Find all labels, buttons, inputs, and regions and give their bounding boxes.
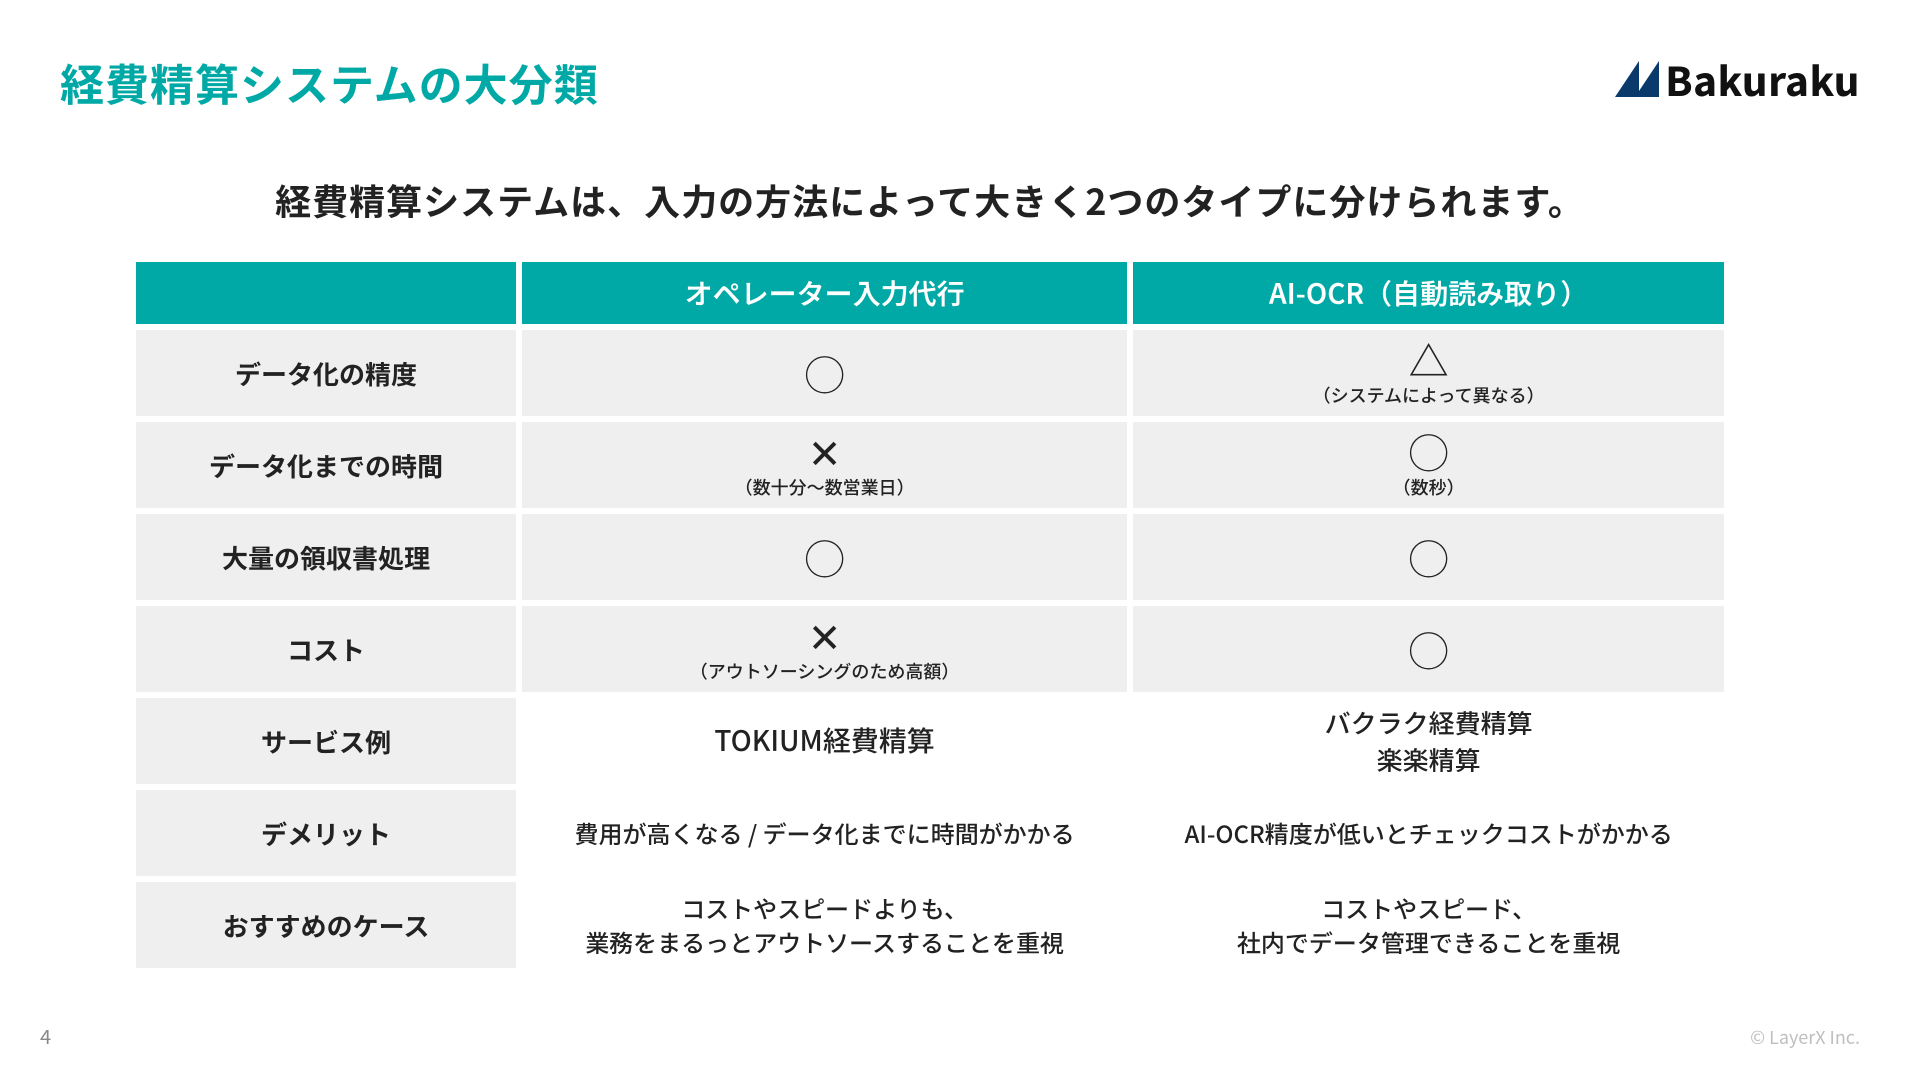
table-header-blank — [136, 262, 516, 324]
table-row: デメリット 費用が高くなる / データ化までに時間がかかる AI-OCR精度が低… — [136, 790, 1724, 876]
comparison-table: オペレーター入力代行 AI-OCR（自動読み取り） データ化の精度 ◯ △ （シ… — [130, 256, 1730, 974]
cell-r3-c1: ◯ — [522, 514, 1127, 600]
cell-r1-c2: △ （システムによって異なる） — [1133, 330, 1724, 416]
row-label: データ化までの時間 — [136, 422, 516, 508]
comparison-table-wrap: オペレーター入力代行 AI-OCR（自動読み取り） データ化の精度 ◯ △ （シ… — [130, 256, 1730, 974]
row-label: データ化の精度 — [136, 330, 516, 416]
brand-logo: Bakuraku — [1615, 50, 1860, 108]
page-title: 経費精算システムの大分類 — [60, 50, 599, 114]
circle-icon: ◯ — [522, 353, 1127, 393]
cell-r4-c2: ◯ — [1133, 606, 1724, 692]
cell-r5-c2: バクラク経費精算 楽楽精算 — [1133, 698, 1724, 784]
row-label: 大量の領収書処理 — [136, 514, 516, 600]
table-row: コスト ✕ （アウトソーシングのため高額） ◯ — [136, 606, 1724, 692]
table-row: おすすめのケース コストやスピードよりも、 業務をまるっとアウトソースすることを… — [136, 882, 1724, 968]
cell-r6-c1: 費用が高くなる / データ化までに時間がかかる — [522, 790, 1127, 876]
cell-sub: （数十分～数営業日） — [735, 475, 915, 499]
table-row: 大量の領収書処理 ◯ ◯ — [136, 514, 1724, 600]
table-header-operator: オペレーター入力代行 — [522, 262, 1127, 324]
cell-r2-c1: ✕ （数十分～数営業日） — [522, 422, 1127, 508]
circle-icon: ◯ — [1133, 537, 1724, 577]
cross-icon: ✕ — [808, 615, 842, 655]
circle-icon: ◯ — [522, 537, 1127, 577]
cell-line: コストやスピード、 — [1321, 892, 1536, 924]
row-label: コスト — [136, 606, 516, 692]
slide: 経費精算システムの大分類 Bakuraku 経費精算システムは、入力の方法によっ… — [0, 0, 1920, 1080]
circle-icon: ◯ — [1409, 431, 1449, 471]
cell-line: 業務をまるっとアウトソースすることを重視 — [585, 926, 1064, 958]
cell-line: バクラク経費精算 — [1325, 705, 1533, 740]
cell-line: 社内でデータ管理できることを重視 — [1237, 926, 1621, 958]
cell-r3-c2: ◯ — [1133, 514, 1724, 600]
cell-sub: （アウトソーシングのため高額） — [690, 659, 960, 683]
table-header-row: オペレーター入力代行 AI-OCR（自動読み取り） — [136, 262, 1724, 324]
cell-sub: （数秒） — [1393, 475, 1465, 499]
cell-r1-c1: ◯ — [522, 330, 1127, 416]
brand-logo-text: Bakuraku — [1665, 50, 1860, 108]
cell-sub: （システムによって異なる） — [1313, 383, 1545, 407]
cell-r7-c1: コストやスピードよりも、 業務をまるっとアウトソースすることを重視 — [522, 882, 1127, 968]
table-row: データ化までの時間 ✕ （数十分～数営業日） ◯ （数秒） — [136, 422, 1724, 508]
brand-mark-icon — [1615, 61, 1659, 97]
page-number: 4 — [40, 1021, 51, 1050]
cell-r7-c2: コストやスピード、 社内でデータ管理できることを重視 — [1133, 882, 1724, 968]
cross-icon: ✕ — [808, 431, 842, 471]
table-row: データ化の精度 ◯ △ （システムによって異なる） — [136, 330, 1724, 416]
copyright: © LayerX Inc. — [1750, 1024, 1860, 1050]
cell-r2-c2: ◯ （数秒） — [1133, 422, 1724, 508]
cell-r4-c1: ✕ （アウトソーシングのため高額） — [522, 606, 1127, 692]
table-header-aiocr: AI-OCR（自動読み取り） — [1133, 262, 1724, 324]
subtitle: 経費精算システムは、入力の方法によって大きく2つのタイプに分けられます。 — [0, 174, 1860, 226]
circle-icon: ◯ — [1133, 629, 1724, 669]
cell-line: 楽楽精算 — [1377, 742, 1481, 777]
row-label: おすすめのケース — [136, 882, 516, 968]
cell-line: コストやスピードよりも、 — [681, 892, 968, 924]
cell-r5-c1: TOKIUM経費精算 — [522, 698, 1127, 784]
row-label: サービス例 — [136, 698, 516, 784]
triangle-icon: △ — [1409, 339, 1449, 379]
row-label: デメリット — [136, 790, 516, 876]
table-row: サービス例 TOKIUM経費精算 バクラク経費精算 楽楽精算 — [136, 698, 1724, 784]
cell-r6-c2: AI-OCR精度が低いとチェックコストがかかる — [1133, 790, 1724, 876]
title-bar: 経費精算システムの大分類 Bakuraku — [0, 50, 1860, 114]
